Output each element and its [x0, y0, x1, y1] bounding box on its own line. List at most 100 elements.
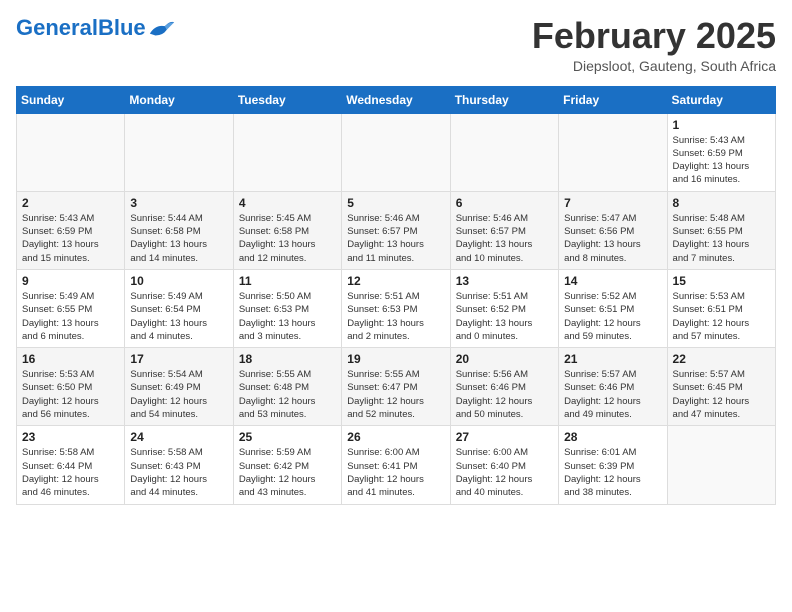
weekday-header: Wednesday — [342, 86, 450, 113]
calendar-cell — [233, 113, 341, 191]
day-number: 27 — [456, 430, 553, 444]
calendar-header-row: SundayMondayTuesdayWednesdayThursdayFrid… — [17, 86, 776, 113]
day-number: 25 — [239, 430, 336, 444]
day-info: Sunrise: 5:44 AM Sunset: 6:58 PM Dayligh… — [130, 212, 227, 265]
calendar-cell: 8 Sunrise: 5:48 AM Sunset: 6:55 PM Daylig… — [667, 191, 775, 269]
calendar-cell: 16 Sunrise: 5:53 AM Sunset: 6:50 PM Dayli… — [17, 348, 125, 426]
calendar-cell: 9 Sunrise: 5:49 AM Sunset: 6:55 PM Daylig… — [17, 269, 125, 347]
page-header: GeneralBlue February 2025 Diepsloot, Gau… — [16, 16, 776, 74]
day-info: Sunrise: 5:51 AM Sunset: 6:52 PM Dayligh… — [456, 290, 553, 343]
calendar-cell: 24 Sunrise: 5:58 AM Sunset: 6:43 PM Dayli… — [125, 426, 233, 504]
logo-general: General — [16, 15, 98, 40]
day-info: Sunrise: 5:50 AM Sunset: 6:53 PM Dayligh… — [239, 290, 336, 343]
calendar-cell: 6 Sunrise: 5:46 AM Sunset: 6:57 PM Daylig… — [450, 191, 558, 269]
day-number: 1 — [673, 118, 770, 132]
calendar-cell: 14 Sunrise: 5:52 AM Sunset: 6:51 PM Dayli… — [559, 269, 667, 347]
day-info: Sunrise: 5:57 AM Sunset: 6:45 PM Dayligh… — [673, 368, 770, 421]
day-number: 18 — [239, 352, 336, 366]
calendar-week-row: 2Sunrise: 5:43 AM Sunset: 6:59 PM Daylig… — [17, 191, 776, 269]
calendar-cell: 2Sunrise: 5:43 AM Sunset: 6:59 PM Daylig… — [17, 191, 125, 269]
day-number: 9 — [22, 274, 119, 288]
day-info: Sunrise: 6:00 AM Sunset: 6:41 PM Dayligh… — [347, 446, 444, 499]
day-info: Sunrise: 5:48 AM Sunset: 6:55 PM Dayligh… — [673, 212, 770, 265]
calendar-cell: 11Sunrise: 5:50 AM Sunset: 6:53 PM Dayli… — [233, 269, 341, 347]
calendar-cell: 10Sunrise: 5:49 AM Sunset: 6:54 PM Dayli… — [125, 269, 233, 347]
day-number: 2 — [22, 196, 119, 210]
logo: GeneralBlue — [16, 16, 176, 40]
logo-text: GeneralBlue — [16, 16, 146, 40]
day-info: Sunrise: 5:43 AM Sunset: 6:59 PM Dayligh… — [673, 134, 770, 187]
day-info: Sunrise: 5:46 AM Sunset: 6:57 PM Dayligh… — [456, 212, 553, 265]
calendar-table: SundayMondayTuesdayWednesdayThursdayFrid… — [16, 86, 776, 505]
day-info: Sunrise: 5:58 AM Sunset: 6:44 PM Dayligh… — [22, 446, 119, 499]
calendar-cell: 3 Sunrise: 5:44 AM Sunset: 6:58 PM Daylig… — [125, 191, 233, 269]
calendar-cell: 17 Sunrise: 5:54 AM Sunset: 6:49 PM Dayli… — [125, 348, 233, 426]
calendar-cell: 4Sunrise: 5:45 AM Sunset: 6:58 PM Daylig… — [233, 191, 341, 269]
weekday-header: Saturday — [667, 86, 775, 113]
calendar-cell: 26 Sunrise: 6:00 AM Sunset: 6:41 PM Dayli… — [342, 426, 450, 504]
day-number: 22 — [673, 352, 770, 366]
day-info: Sunrise: 5:57 AM Sunset: 6:46 PM Dayligh… — [564, 368, 661, 421]
calendar-cell: 1 Sunrise: 5:43 AM Sunset: 6:59 PM Daylig… — [667, 113, 775, 191]
day-number: 8 — [673, 196, 770, 210]
day-info: Sunrise: 5:53 AM Sunset: 6:50 PM Dayligh… — [22, 368, 119, 421]
day-number: 21 — [564, 352, 661, 366]
calendar-cell: 23 Sunrise: 5:58 AM Sunset: 6:44 PM Dayli… — [17, 426, 125, 504]
calendar-cell — [342, 113, 450, 191]
calendar-week-row: 1 Sunrise: 5:43 AM Sunset: 6:59 PM Daylig… — [17, 113, 776, 191]
day-number: 24 — [130, 430, 227, 444]
day-info: Sunrise: 5:54 AM Sunset: 6:49 PM Dayligh… — [130, 368, 227, 421]
day-number: 23 — [22, 430, 119, 444]
weekday-header: Tuesday — [233, 86, 341, 113]
calendar-week-row: 23 Sunrise: 5:58 AM Sunset: 6:44 PM Dayli… — [17, 426, 776, 504]
calendar-cell: 22 Sunrise: 5:57 AM Sunset: 6:45 PM Dayli… — [667, 348, 775, 426]
calendar-cell — [125, 113, 233, 191]
calendar-cell: 21 Sunrise: 5:57 AM Sunset: 6:46 PM Dayli… — [559, 348, 667, 426]
title-block: February 2025 Diepsloot, Gauteng, South … — [532, 16, 776, 74]
logo-bird-icon — [148, 16, 176, 40]
calendar-cell — [667, 426, 775, 504]
day-number: 16 — [22, 352, 119, 366]
day-number: 20 — [456, 352, 553, 366]
day-number: 17 — [130, 352, 227, 366]
day-info: Sunrise: 5:52 AM Sunset: 6:51 PM Dayligh… — [564, 290, 661, 343]
calendar-cell — [450, 113, 558, 191]
calendar-cell: 28Sunrise: 6:01 AM Sunset: 6:39 PM Dayli… — [559, 426, 667, 504]
day-info: Sunrise: 5:59 AM Sunset: 6:42 PM Dayligh… — [239, 446, 336, 499]
day-number: 15 — [673, 274, 770, 288]
day-info: Sunrise: 5:53 AM Sunset: 6:51 PM Dayligh… — [673, 290, 770, 343]
day-number: 12 — [347, 274, 444, 288]
day-number: 13 — [456, 274, 553, 288]
day-number: 6 — [456, 196, 553, 210]
logo-blue: Blue — [98, 15, 146, 40]
day-info: Sunrise: 5:51 AM Sunset: 6:53 PM Dayligh… — [347, 290, 444, 343]
location-text: Diepsloot, Gauteng, South Africa — [532, 58, 776, 74]
weekday-header: Sunday — [17, 86, 125, 113]
day-info: Sunrise: 5:55 AM Sunset: 6:47 PM Dayligh… — [347, 368, 444, 421]
calendar-cell: 7 Sunrise: 5:47 AM Sunset: 6:56 PM Daylig… — [559, 191, 667, 269]
weekday-header: Friday — [559, 86, 667, 113]
calendar-cell: 13 Sunrise: 5:51 AM Sunset: 6:52 PM Dayli… — [450, 269, 558, 347]
day-number: 5 — [347, 196, 444, 210]
day-info: Sunrise: 5:46 AM Sunset: 6:57 PM Dayligh… — [347, 212, 444, 265]
day-info: Sunrise: 5:58 AM Sunset: 6:43 PM Dayligh… — [130, 446, 227, 499]
day-number: 14 — [564, 274, 661, 288]
day-info: Sunrise: 5:49 AM Sunset: 6:55 PM Dayligh… — [22, 290, 119, 343]
calendar-cell: 20Sunrise: 5:56 AM Sunset: 6:46 PM Dayli… — [450, 348, 558, 426]
calendar-cell: 19 Sunrise: 5:55 AM Sunset: 6:47 PM Dayli… — [342, 348, 450, 426]
calendar-week-row: 9 Sunrise: 5:49 AM Sunset: 6:55 PM Daylig… — [17, 269, 776, 347]
day-number: 26 — [347, 430, 444, 444]
calendar-cell — [17, 113, 125, 191]
calendar-cell: 5 Sunrise: 5:46 AM Sunset: 6:57 PM Daylig… — [342, 191, 450, 269]
day-info: Sunrise: 5:47 AM Sunset: 6:56 PM Dayligh… — [564, 212, 661, 265]
calendar-cell: 27 Sunrise: 6:00 AM Sunset: 6:40 PM Dayli… — [450, 426, 558, 504]
calendar-cell: 25 Sunrise: 5:59 AM Sunset: 6:42 PM Dayli… — [233, 426, 341, 504]
calendar-cell — [559, 113, 667, 191]
day-info: Sunrise: 6:00 AM Sunset: 6:40 PM Dayligh… — [456, 446, 553, 499]
calendar-cell: 18Sunrise: 5:55 AM Sunset: 6:48 PM Dayli… — [233, 348, 341, 426]
day-number: 7 — [564, 196, 661, 210]
month-title: February 2025 — [532, 16, 776, 56]
day-number: 3 — [130, 196, 227, 210]
calendar-cell: 15 Sunrise: 5:53 AM Sunset: 6:51 PM Dayli… — [667, 269, 775, 347]
day-number: 19 — [347, 352, 444, 366]
